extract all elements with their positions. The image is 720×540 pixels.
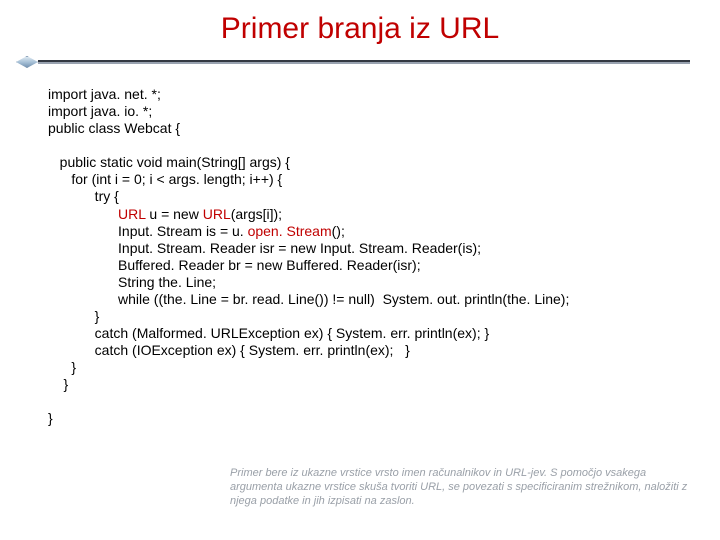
code-line: for (int i = 0; i < args. length; i++) { — [48, 171, 282, 187]
footer-note: Primer bere iz ukazne vrstice vrsto imen… — [230, 467, 690, 508]
code-line: while ((the. Line = br. read. Line()) !=… — [48, 291, 569, 307]
code-text: (); — [332, 223, 345, 239]
code-line: public class Webcat { — [48, 120, 180, 136]
code-line: } — [48, 308, 99, 324]
code-line: import java. io. *; — [48, 103, 152, 119]
code-keyword: URL — [118, 206, 146, 222]
diamond-icon — [16, 56, 38, 68]
code-line: } — [48, 359, 76, 375]
code-keyword: open. Stream — [248, 223, 332, 239]
slide: Primer branja iz URL import java. net. *… — [0, 0, 720, 540]
code-line: import java. net. *; — [48, 86, 161, 102]
horizontal-rule — [38, 60, 690, 64]
code-line: catch (Malformed. URLException ex) { Sys… — [48, 325, 489, 341]
title-divider — [0, 56, 720, 68]
code-line: public static void main(String[] args) { — [48, 154, 290, 170]
code-line: Buffered. Reader br = new Buffered. Read… — [48, 257, 421, 273]
code-line: Input. Stream is = u. — [48, 223, 248, 239]
code-block: import java. net. *; import java. io. *;… — [0, 86, 720, 428]
code-text: u = new — [146, 206, 203, 222]
code-line: Input. Stream. Reader isr = new Input. S… — [48, 240, 481, 256]
page-title: Primer branja iz URL — [0, 12, 720, 46]
code-line: } — [48, 376, 68, 392]
code-line — [48, 206, 118, 222]
code-line: } — [48, 410, 53, 426]
code-line: catch (IOException ex) { System. err. pr… — [48, 342, 410, 358]
code-text: (args[i]); — [231, 206, 282, 222]
code-keyword: URL — [203, 206, 231, 222]
code-line: try { — [48, 188, 119, 204]
code-line: String the. Line; — [48, 274, 216, 290]
